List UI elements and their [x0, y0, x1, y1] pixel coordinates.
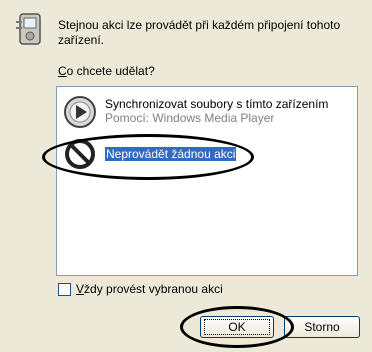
media-player-icon	[63, 95, 97, 129]
always-checkbox[interactable]	[58, 283, 71, 296]
no-action-icon	[63, 137, 97, 171]
device-icon	[14, 10, 48, 48]
question-label: Co chcete udělat?	[58, 64, 155, 78]
action-item-sync[interactable]: Synchronizovat soubory s tímto zařízením…	[63, 95, 353, 131]
always-accel: V	[76, 282, 85, 296]
always-rest: ždy provést vybranou akci	[84, 282, 223, 296]
question-rest: o chcete udělat?	[66, 64, 155, 78]
description-text: Stejnou akci lze provádět při každém při…	[58, 18, 341, 47]
question-accel: C	[58, 64, 67, 78]
always-checkbox-label: Vždy provést vybranou akci	[76, 282, 223, 296]
ok-button[interactable]: OK	[200, 316, 274, 338]
ok-focus-rect	[204, 319, 270, 335]
cancel-label: Storno	[304, 320, 340, 334]
action-title-sync: Synchronizovat soubory s tímto zařízením	[105, 97, 329, 111]
action-title-none: Neprovádět žádnou akci	[105, 147, 237, 161]
cancel-button[interactable]: Storno	[284, 316, 360, 338]
action-subtitle-sync: Pomocí: Windows Media Player	[105, 111, 275, 125]
action-list[interactable]: Synchronizovat soubory s tímto zařízením…	[56, 86, 358, 276]
action-item-none[interactable]: Neprovádět žádnou akci	[63, 137, 353, 173]
